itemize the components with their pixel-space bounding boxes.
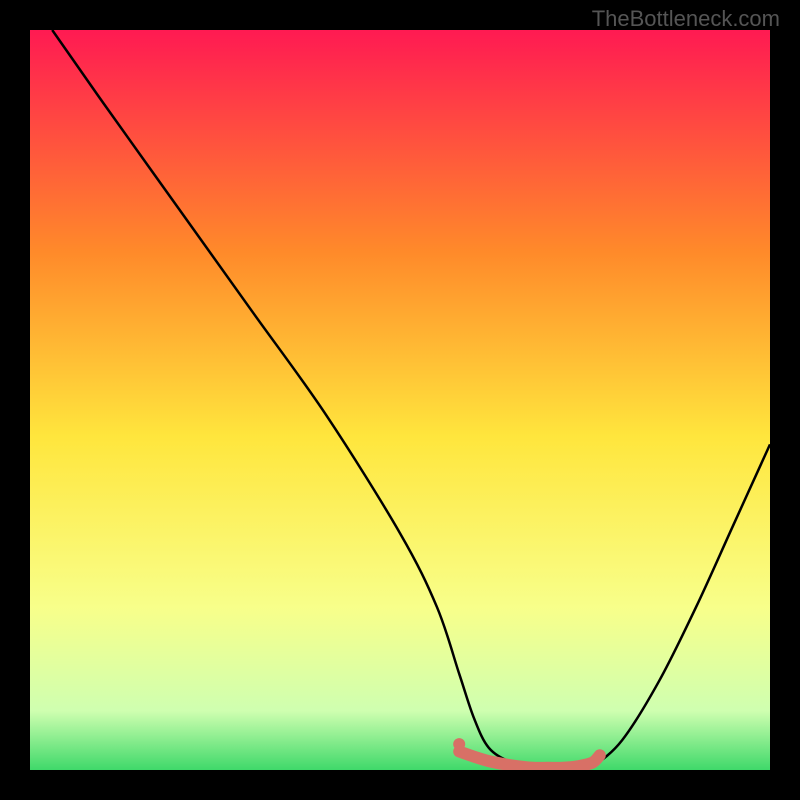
watermark-text: TheBottleneck.com	[592, 6, 780, 32]
chart-container: TheBottleneck.com	[0, 0, 800, 800]
highlight-band	[30, 30, 770, 770]
plot-area	[30, 30, 770, 770]
